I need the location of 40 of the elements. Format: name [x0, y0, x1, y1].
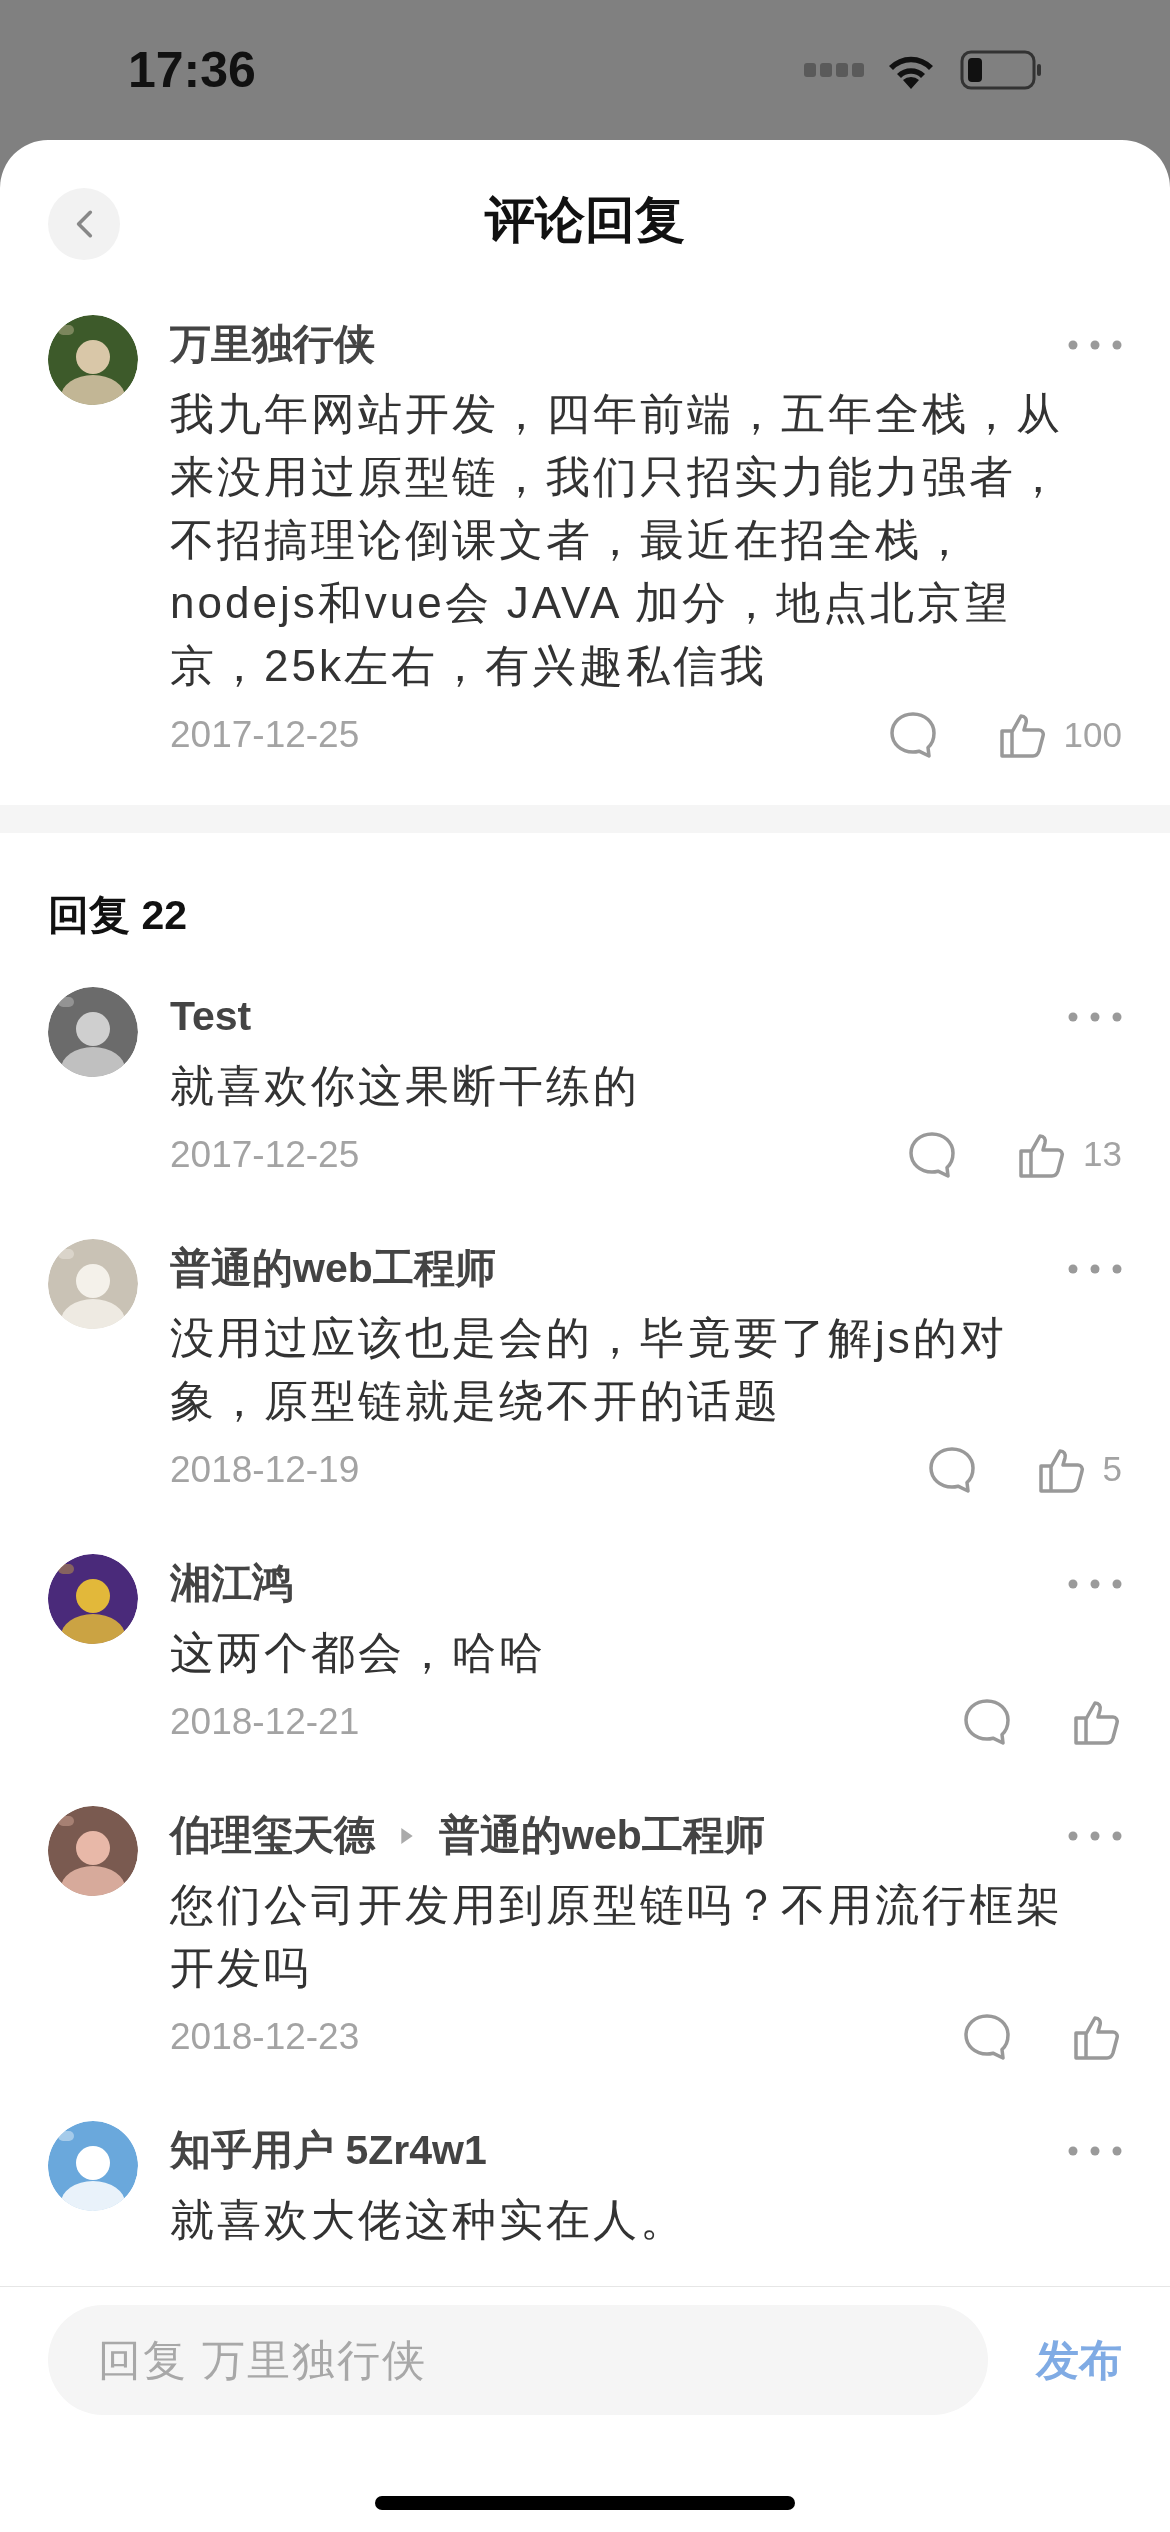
- comment-date: 2018-12-23: [170, 2014, 360, 2059]
- comment-icon[interactable]: [962, 1696, 1012, 1747]
- comment-text: 就喜欢大佬这种实在人。: [170, 2193, 688, 2246]
- signal-icon: [804, 63, 864, 77]
- author-name[interactable]: 万里独行侠: [170, 314, 375, 376]
- comment-date: 2017-12-25: [170, 713, 360, 758]
- more-icon[interactable]: [1068, 340, 1122, 350]
- more-icon[interactable]: [1068, 1578, 1122, 1589]
- author-name[interactable]: 伯理玺天德: [170, 1804, 375, 1867]
- more-icon[interactable]: [1068, 1011, 1122, 1022]
- more-icon[interactable]: [1068, 1263, 1122, 1274]
- more-icon[interactable]: [1068, 2145, 1122, 2156]
- comment-date: 2018-12-21: [170, 1699, 360, 1744]
- back-icon: [75, 209, 93, 239]
- comment-icon[interactable]: [887, 710, 938, 760]
- comment-icon[interactable]: [926, 1444, 977, 1495]
- reply-input[interactable]: 回复 万里独行侠: [48, 2305, 988, 2415]
- comment-icon[interactable]: [962, 2011, 1012, 2062]
- comment-icon[interactable]: [907, 1129, 958, 1180]
- triangle-icon: [401, 1827, 413, 1844]
- comment-text: 没用过应该也是会的，毕竟要了解js的对象，原型链就是绕不开的话题: [170, 1311, 1008, 1427]
- reply-count: 回复 22: [48, 892, 187, 938]
- author-name[interactable]: 知乎用户 5Zr4w1: [170, 2119, 487, 2182]
- comment-text: 就喜欢你这果断干练的: [170, 1059, 641, 1112]
- author-name[interactable]: Test: [170, 985, 252, 1048]
- status-time: 17:36: [128, 40, 256, 100]
- comment-text: 这两个都会，哈哈: [170, 1626, 547, 1679]
- like-count: 5: [1102, 1448, 1122, 1491]
- comment-date: 2017-12-25: [170, 1132, 360, 1177]
- more-icon[interactable]: [1068, 1830, 1122, 1841]
- comment-text: 您们公司开发用到原型链吗？不用流行框架开发吗: [170, 1878, 1064, 1994]
- comment-text: 我九年网站开发，四年前端，五年全栈，从来没用过原型链，我们只招实力能力强者，不招搞理论倒课文者，最近在招全栈，nodejs和vue会 JAVA 加分，地点北京望京，25k左右，有兴趣私信我: [170, 388, 1064, 692]
- author-name[interactable]: 普通的web工程师: [170, 1237, 496, 1300]
- page-title: 评论回复: [485, 190, 685, 250]
- battery-icon: [960, 50, 1042, 90]
- like-count: 13: [1083, 1133, 1122, 1176]
- comment-date: 2018-12-19: [170, 1447, 360, 1492]
- author-name[interactable]: 湘江鸿: [170, 1552, 293, 1615]
- reply-target-name[interactable]: 普通的web工程师: [439, 1804, 765, 1867]
- like-count: 100: [1063, 713, 1122, 756]
